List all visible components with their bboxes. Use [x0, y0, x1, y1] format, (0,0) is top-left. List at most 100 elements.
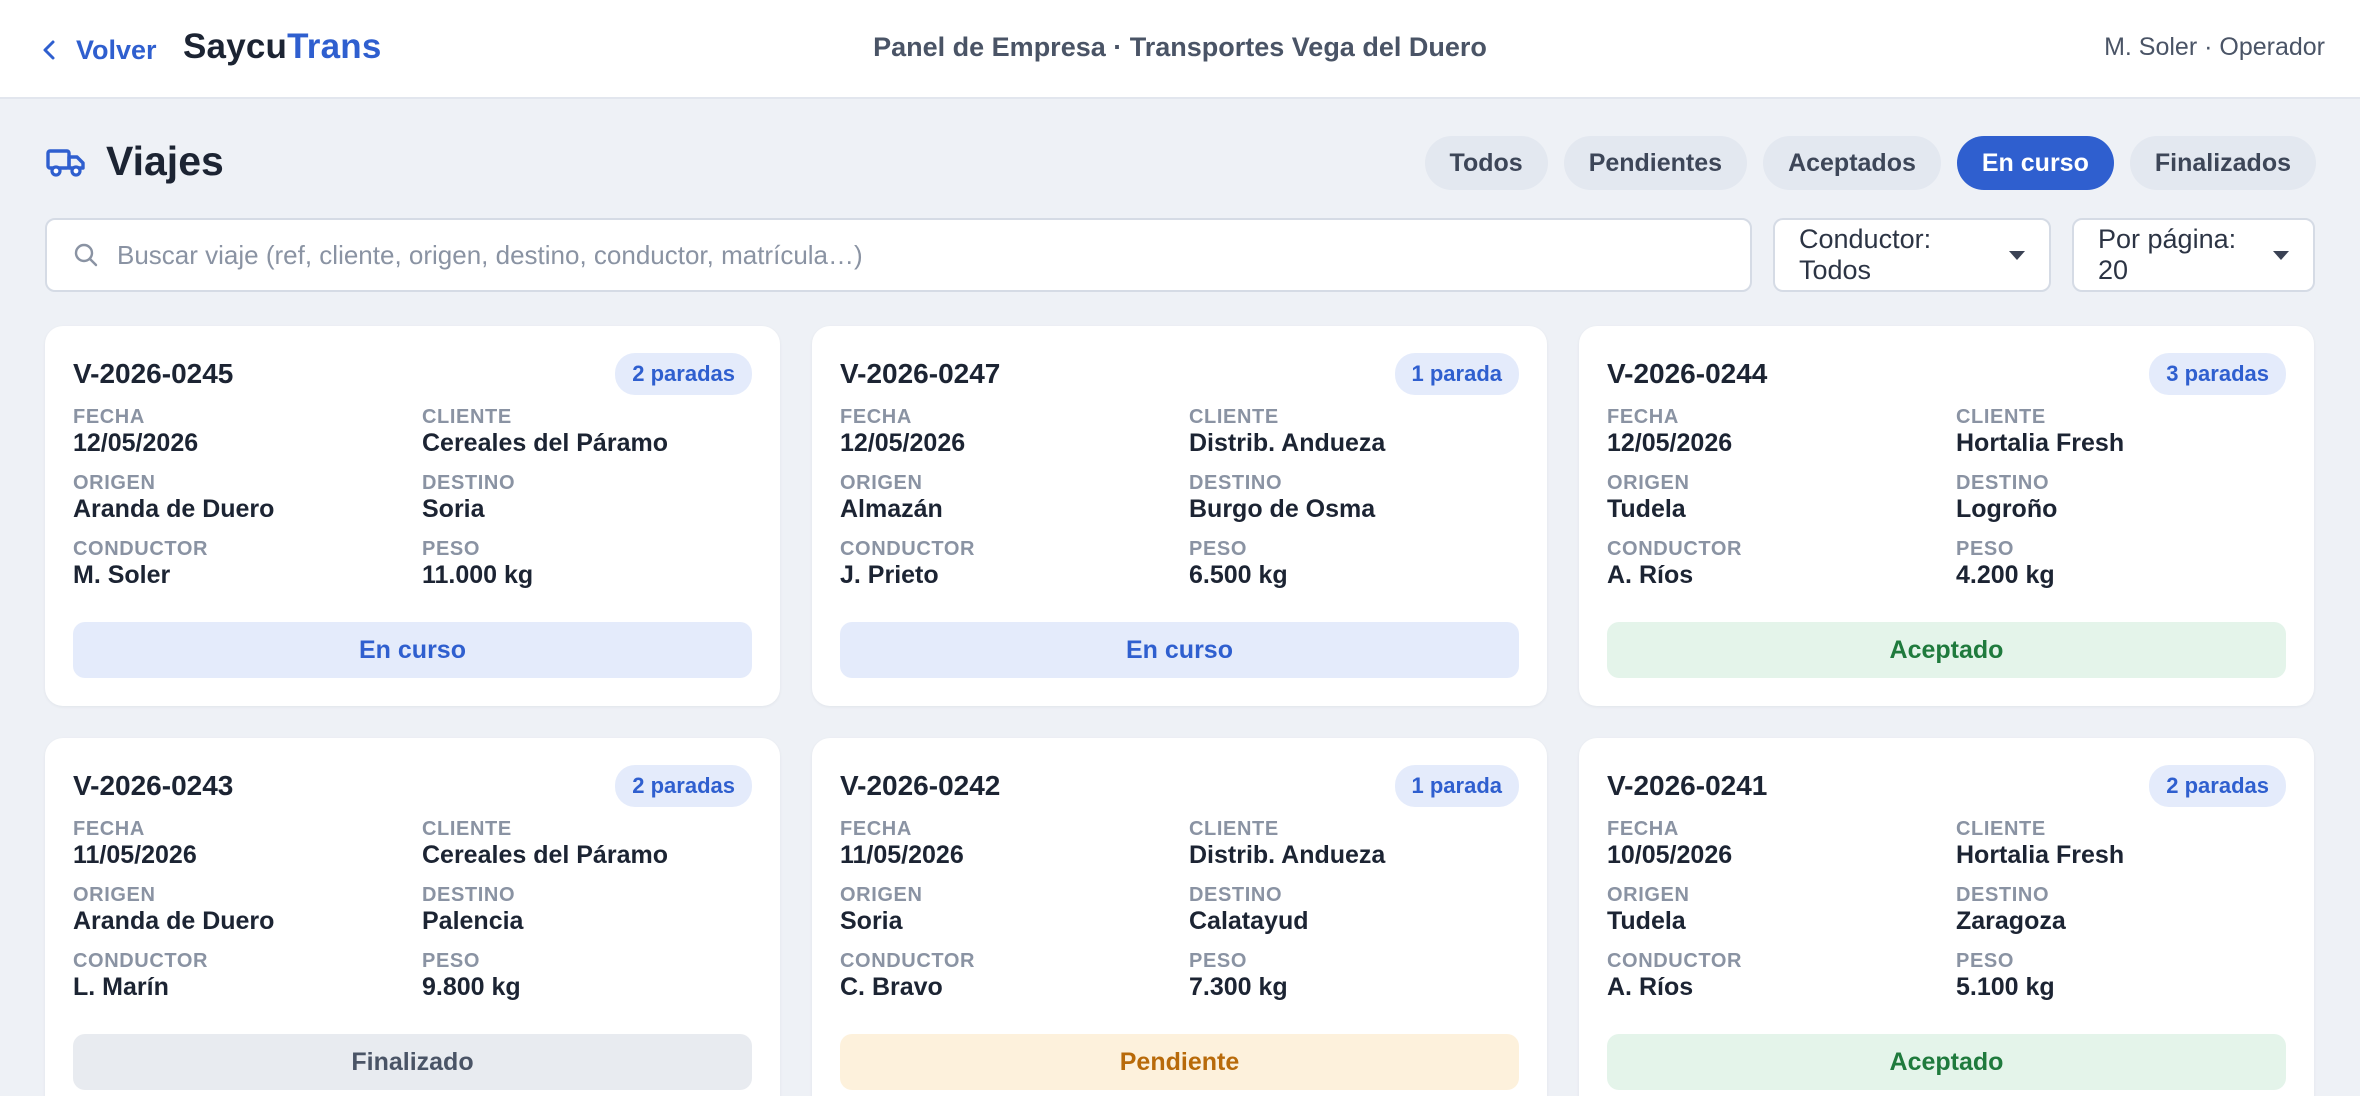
fecha-value: 12/05/2026: [73, 429, 199, 457]
chevron-left-icon: [43, 40, 55, 60]
peso-label: PESO: [1956, 950, 2014, 972]
cliente-value: Hortalia Fresh: [1956, 429, 2125, 457]
origen-value: Tudela: [1607, 907, 1686, 935]
cliente-value: Hortalia Fresh: [1956, 841, 2125, 869]
conductor-label: CONDUCTOR: [1607, 950, 1743, 972]
stops-badge: 2 paradas: [615, 765, 752, 807]
status-bar: Aceptado: [1607, 1034, 2286, 1090]
search-icon: [74, 243, 98, 267]
fecha-value: 11/05/2026: [840, 841, 964, 869]
status-tabs: Todos Pendientes Aceptados En curso Fina…: [1424, 136, 2316, 190]
conductor-label: CONDUCTOR: [840, 538, 976, 560]
peso-value: 11.000 kg: [422, 561, 534, 589]
caret-down-icon: [2273, 250, 2289, 260]
peso-value: 6.500 kg: [1189, 561, 1288, 589]
origen-label: ORIGEN: [1607, 884, 1690, 906]
origen-value: Aranda de Duero: [73, 495, 275, 523]
cliente-label: CLIENTE: [422, 406, 512, 428]
fecha-value: 12/05/2026: [840, 429, 966, 457]
origen-label: ORIGEN: [1607, 472, 1690, 494]
conductor-value: C. Bravo: [840, 973, 943, 1001]
status-bar: Aceptado: [1607, 622, 2286, 678]
origen-label: ORIGEN: [73, 884, 156, 906]
conductor-value: J. Prieto: [840, 561, 939, 589]
trip-ref: V-2026-0242: [840, 770, 1001, 801]
destino-label: DESTINO: [1956, 472, 2050, 494]
stops-badge: 3 paradas: [2149, 353, 2286, 395]
truck-icon: [46, 148, 85, 177]
tab-en-curso[interactable]: En curso: [1956, 136, 2114, 190]
trip-card[interactable]: V-2026-0241 2 paradas FECHA 10/05/2026 CL…: [1579, 738, 2314, 1096]
cliente-label: CLIENTE: [1956, 406, 2046, 428]
back-button[interactable]: Volver: [38, 30, 157, 70]
app-logo[interactable]: SaycuTrans: [183, 27, 382, 67]
conductor-label: CONDUCTOR: [840, 950, 976, 972]
tab-aceptados[interactable]: Aceptados: [1763, 136, 1941, 190]
trip-ref: V-2026-0241: [1607, 770, 1768, 801]
top-bar: Volver SaycuTrans Panel de Empresa · Tra…: [0, 0, 2360, 99]
conductor-label: CONDUCTOR: [73, 538, 209, 560]
fecha-value: 10/05/2026: [1607, 841, 1733, 869]
peso-label: PESO: [1956, 538, 2014, 560]
page-title: Viajes: [106, 138, 224, 184]
destino-label: DESTINO: [1956, 884, 2050, 906]
conductor-value: A. Ríos: [1607, 561, 1694, 589]
origen-label: ORIGEN: [73, 472, 156, 494]
destino-label: DESTINO: [1189, 884, 1283, 906]
trip-ref: V-2026-0244: [1607, 358, 1768, 389]
destino-value: Palencia: [422, 907, 524, 935]
cliente-label: CLIENTE: [422, 818, 512, 840]
per-page-label: Por página: 20: [2098, 224, 2237, 285]
driver-filter-select[interactable]: Conductor: Todos: [1773, 218, 2051, 292]
trip-card[interactable]: V-2026-0247 1 parada FECHA 12/05/2026 CLI…: [812, 326, 1547, 706]
origen-label: ORIGEN: [840, 884, 923, 906]
user-info[interactable]: M. Soler · Operador: [2104, 33, 2325, 62]
status-bar: Pendiente: [840, 1034, 1519, 1090]
peso-label: PESO: [422, 538, 480, 560]
stops-badge: 1 parada: [1394, 765, 1519, 807]
fecha-label: FECHA: [73, 818, 145, 840]
peso-value: 4.200 kg: [1956, 561, 2055, 589]
fecha-value: 11/05/2026: [73, 841, 197, 869]
trip-card[interactable]: V-2026-0243 2 paradas FECHA 11/05/2026 CL…: [45, 738, 780, 1096]
tab-pendientes[interactable]: Pendientes: [1563, 136, 1748, 190]
fecha-label: FECHA: [1607, 818, 1679, 840]
destino-value: Logroño: [1956, 495, 2058, 523]
cliente-value: Cereales del Páramo: [422, 429, 668, 457]
peso-label: PESO: [422, 950, 480, 972]
origen-value: Soria: [840, 907, 903, 935]
destino-label: DESTINO: [422, 472, 516, 494]
trip-ref: V-2026-0243: [73, 770, 234, 801]
trip-card[interactable]: V-2026-0242 1 parada FECHA 11/05/2026 CLI…: [812, 738, 1547, 1096]
trip-ref: V-2026-0245: [73, 358, 234, 389]
search-box[interactable]: [45, 218, 1752, 292]
conductor-value: A. Ríos: [1607, 973, 1694, 1001]
tab-finalizados[interactable]: Finalizados: [2129, 136, 2316, 190]
logo-part-1: Saycu: [183, 27, 288, 66]
cliente-label: CLIENTE: [1189, 818, 1279, 840]
search-input[interactable]: [117, 239, 1750, 271]
fecha-label: FECHA: [1607, 406, 1679, 428]
driver-filter-label: Conductor: Todos: [1799, 224, 1932, 285]
conductor-label: CONDUCTOR: [73, 950, 209, 972]
status-bar: Finalizado: [73, 1034, 752, 1090]
destino-value: Zaragoza: [1956, 907, 2066, 935]
origen-value: Aranda de Duero: [73, 907, 275, 935]
cliente-value: Cereales del Páramo: [422, 841, 668, 869]
logo-part-2: Trans: [287, 27, 382, 66]
origen-value: Almazán: [840, 495, 943, 523]
destino-value: Burgo de Osma: [1189, 495, 1376, 523]
peso-label: PESO: [1189, 950, 1247, 972]
stops-badge: 2 paradas: [2149, 765, 2286, 807]
cliente-value: Distrib. Andueza: [1189, 429, 1386, 457]
destino-label: DESTINO: [422, 884, 516, 906]
peso-value: 5.100 kg: [1956, 973, 2055, 1001]
destino-value: Calatayud: [1189, 907, 1309, 935]
trip-card[interactable]: V-2026-0244 3 paradas FECHA 12/05/2026 CL…: [1579, 326, 2314, 706]
per-page-select[interactable]: Por página: 20: [2072, 218, 2315, 292]
tab-todos[interactable]: Todos: [1424, 136, 1548, 190]
fecha-label: FECHA: [73, 406, 145, 428]
cliente-label: CLIENTE: [1956, 818, 2046, 840]
trip-ref: V-2026-0247: [840, 358, 1001, 389]
trip-card[interactable]: V-2026-0245 2 paradas FECHA 12/05/2026 CL…: [45, 326, 780, 706]
